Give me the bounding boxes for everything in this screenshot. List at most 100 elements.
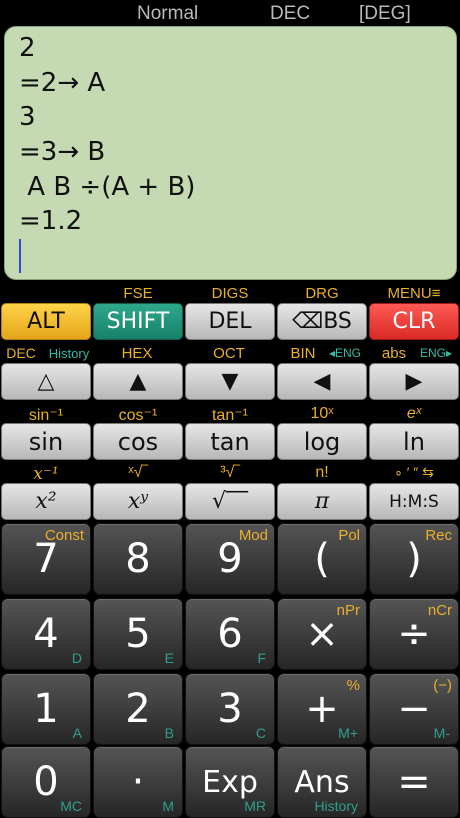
- six-key[interactable]: 6F: [185, 598, 275, 670]
- key-label: =: [397, 759, 431, 805]
- eight-key[interactable]: 8: [93, 523, 183, 595]
- ans-key[interactable]: Ans History: [277, 746, 367, 818]
- angle-indicator: [DEG]: [359, 3, 411, 24]
- arrow-right-icon: ▶: [405, 369, 423, 394]
- delete-button[interactable]: DEL: [185, 303, 275, 340]
- text-cursor: [19, 239, 21, 273]
- ten-power-label: 10ˣ: [310, 405, 334, 422]
- atan-label: tan⁻¹: [211, 407, 248, 424]
- one-key[interactable]: 1A: [1, 673, 91, 745]
- four-key[interactable]: 4D: [1, 598, 91, 670]
- key-label: Exp: [202, 765, 258, 800]
- key-alt-label: F: [257, 650, 266, 666]
- cursor-left-button[interactable]: ◀: [277, 363, 367, 400]
- zero-key[interactable]: 0 MC: [1, 746, 91, 818]
- menu-button[interactable]: MENU≡: [374, 285, 454, 302]
- calculator-display[interactable]: 2 =2→ A 3 =3→ B A B ÷(A + B) =1.2: [4, 26, 457, 280]
- key-alt-label: MC: [60, 798, 82, 814]
- key-shift-label: Rec: [425, 527, 452, 544]
- key-alt-label: M-: [433, 725, 450, 741]
- three-key[interactable]: 3C: [185, 673, 275, 745]
- key-shift-label: Pol: [338, 527, 360, 544]
- seven-key[interactable]: 7 Const: [1, 523, 91, 595]
- key-shift-label: nCr: [427, 602, 452, 619]
- history-label: History: [48, 346, 90, 361]
- dms-label: ∘ ′ ″ ⇆: [394, 464, 434, 480]
- display-line: 2: [19, 33, 36, 63]
- ln-button[interactable]: ln: [369, 423, 459, 460]
- log-button[interactable]: log: [277, 423, 367, 460]
- sqrt-button[interactable]: √‾‾: [185, 483, 275, 520]
- history-up-button[interactable]: △: [1, 363, 91, 400]
- status-bar: Normal DEC [DEG]: [0, 0, 460, 26]
- bin-label: BIN: [290, 345, 316, 362]
- mode-indicator: Normal: [137, 3, 199, 24]
- two-key[interactable]: 2B: [93, 673, 183, 745]
- divide-key[interactable]: ÷ nCr: [369, 598, 459, 670]
- eng-right-label: ENG▸: [419, 346, 453, 360]
- five-key[interactable]: 5E: [93, 598, 183, 670]
- reciprocal-label: x⁻¹: [33, 464, 59, 484]
- tan-button[interactable]: tan: [185, 423, 275, 460]
- fse-label: FSE: [123, 285, 153, 302]
- base-indicator: DEC: [270, 3, 311, 24]
- plus-key[interactable]: +% M+: [277, 673, 367, 745]
- exp-key[interactable]: Exp MR: [185, 746, 275, 818]
- sin-button[interactable]: sin: [1, 423, 91, 460]
- display-line: 3: [19, 102, 36, 132]
- eng-left-label: ◂ENG: [328, 346, 362, 360]
- square-button[interactable]: x²: [1, 483, 91, 520]
- power-button[interactable]: xʸ: [93, 483, 183, 520]
- key-alt-label: D: [71, 650, 82, 666]
- key-alt-label: M+: [338, 725, 358, 741]
- decimal-point-key[interactable]: · M: [93, 746, 183, 818]
- key-alt-label: History: [314, 798, 358, 814]
- open-paren-key[interactable]: (Pol: [277, 523, 367, 595]
- key-shift-label: (−): [433, 677, 452, 694]
- key-alt-label: M: [162, 798, 174, 814]
- triangle-outline-up-icon: △: [37, 369, 55, 394]
- arrow-left-icon: ◀: [313, 369, 331, 394]
- key-alt-label: MR: [244, 798, 266, 814]
- hex-label: HEX: [121, 345, 153, 362]
- shift-button[interactable]: SHIFT: [93, 303, 183, 340]
- nine-key[interactable]: 9 Mod: [185, 523, 275, 595]
- key-alt-label: C: [255, 725, 266, 741]
- asin-label: sin⁻¹: [28, 407, 64, 424]
- backspace-button[interactable]: ⌫BS: [277, 303, 367, 340]
- key-alt-label: E: [164, 650, 174, 666]
- xroot-label: ˣ√‾: [128, 464, 148, 481]
- display-line: =1.2: [19, 206, 83, 236]
- key-label: Ans: [294, 765, 350, 800]
- clear-button[interactable]: CLR: [369, 303, 459, 340]
- digs-label: DIGS: [211, 285, 249, 302]
- key-shift-label: Const: [44, 527, 84, 544]
- e-power-label: eˣ: [406, 405, 422, 422]
- key-label: 8: [125, 536, 151, 582]
- minus-key[interactable]: − (−) M-: [369, 673, 459, 745]
- cursor-up-button[interactable]: ▲: [93, 363, 183, 400]
- alt-button[interactable]: ALT: [1, 303, 91, 340]
- key-shift-label: %: [346, 677, 360, 694]
- close-paren-key[interactable]: ) Rec: [369, 523, 459, 595]
- key-alt-label: A: [72, 725, 82, 741]
- hms-button[interactable]: H:M:S: [369, 483, 459, 520]
- factorial-label: n!: [315, 464, 329, 481]
- cube-root-label: ³√‾: [220, 464, 240, 481]
- dec-label: DEC: [6, 345, 36, 361]
- acos-label: cos⁻¹: [118, 407, 158, 424]
- key-shift-label: Mod: [238, 527, 268, 544]
- key-alt-label: B: [164, 725, 174, 741]
- oct-label: OCT: [213, 345, 245, 362]
- display-line: =3→ B: [19, 137, 106, 167]
- display-line: =2→ A: [19, 68, 106, 98]
- key-shift-label: nPr: [336, 602, 360, 619]
- cursor-down-button[interactable]: ▼: [185, 363, 275, 400]
- cursor-right-button[interactable]: ▶: [369, 363, 459, 400]
- cos-button[interactable]: cos: [93, 423, 183, 460]
- multiply-key[interactable]: × nPr: [277, 598, 367, 670]
- arrow-down-icon: ▼: [221, 369, 239, 394]
- pi-button[interactable]: π: [277, 483, 367, 520]
- drg-label: DRG: [305, 285, 339, 302]
- equals-key[interactable]: =: [369, 746, 459, 818]
